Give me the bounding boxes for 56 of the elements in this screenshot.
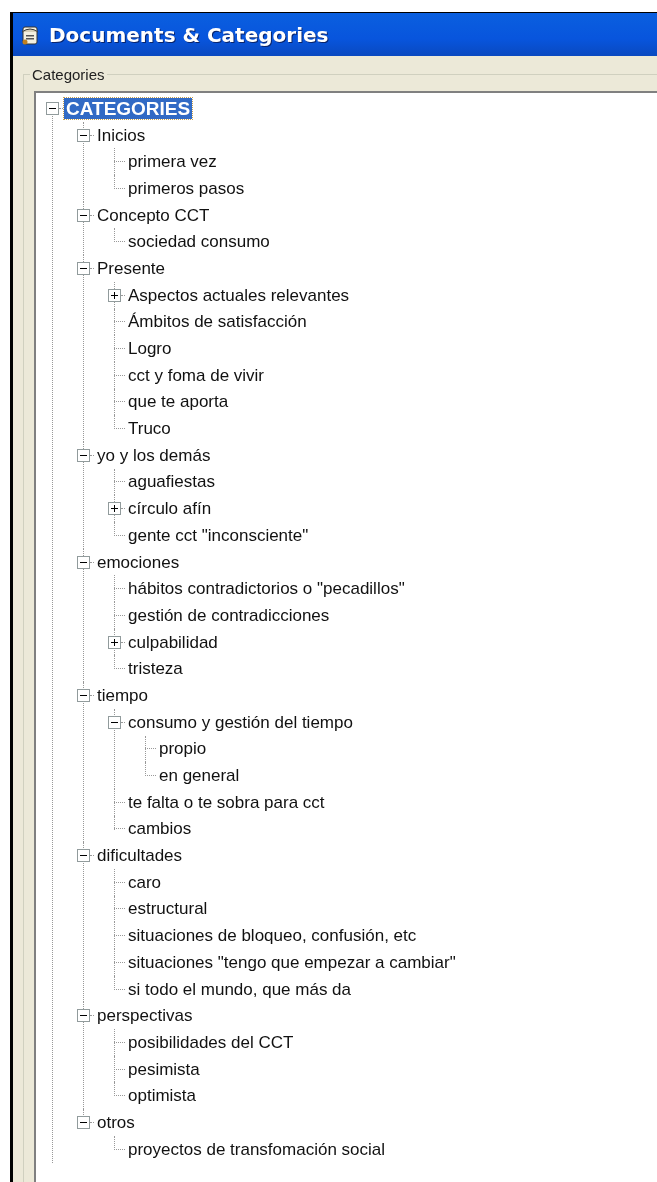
- tree-item[interactable]: situaciones "tengo que empezar a cambiar": [126, 951, 458, 973]
- collapse-icon[interactable]: [46, 101, 59, 115]
- collapse-icon[interactable]: [77, 555, 90, 569]
- tree-item[interactable]: otros: [95, 1111, 137, 1133]
- tree-item[interactable]: cambios: [126, 818, 194, 840]
- window-title: Documents & Categories: [49, 21, 329, 49]
- tree-item[interactable]: en general: [157, 765, 242, 787]
- tree-item[interactable]: Aspectos actuales relevantes: [126, 284, 352, 306]
- tree-item[interactable]: círculo afín: [126, 498, 214, 520]
- tree-item[interactable]: situaciones de bloqueo, confusión, etc: [126, 925, 419, 947]
- tree-item[interactable]: CATEGORIES: [64, 97, 193, 119]
- tree-item[interactable]: Presente: [95, 257, 168, 279]
- tree-item[interactable]: emociones: [95, 551, 182, 573]
- tree-item[interactable]: pesimista: [126, 1058, 202, 1080]
- collapse-icon[interactable]: [77, 1115, 90, 1129]
- tree-item[interactable]: yo y los demás: [95, 444, 213, 466]
- collapse-icon[interactable]: [77, 1009, 90, 1023]
- tree-item[interactable]: consumo y gestión del tiempo: [126, 711, 355, 733]
- collapse-icon[interactable]: [77, 849, 90, 863]
- tree-item[interactable]: gente cct "inconsciente": [126, 524, 311, 546]
- collapse-icon[interactable]: [77, 688, 90, 702]
- tree-item[interactable]: culpabilidad: [126, 631, 220, 653]
- tree-item[interactable]: Inicios: [95, 124, 148, 146]
- tree-item[interactable]: perspectivas: [95, 1005, 195, 1027]
- tree-item[interactable]: cct y foma de vivir: [126, 364, 267, 386]
- tree-item[interactable]: primera vez: [126, 151, 219, 173]
- tree-item[interactable]: Logro: [126, 338, 174, 360]
- tree-item[interactable]: Concepto CCT: [95, 204, 212, 226]
- collapse-icon[interactable]: [77, 208, 90, 222]
- tree-item[interactable]: tiempo: [95, 684, 151, 706]
- tree-item[interactable]: caro: [126, 871, 164, 893]
- tree-item[interactable]: si todo el mundo, que más da: [126, 978, 354, 1000]
- tree-item[interactable]: propio: [157, 738, 209, 760]
- tree-item[interactable]: posibilidades del CCT: [126, 1031, 296, 1053]
- tree-item[interactable]: te falta o te sobra para cct: [126, 791, 327, 813]
- expand-icon[interactable]: [108, 288, 121, 302]
- collapse-icon[interactable]: [77, 261, 90, 275]
- tree-item[interactable]: gestión de contradicciones: [126, 604, 332, 626]
- app-icon: [19, 23, 41, 46]
- tree-item[interactable]: primeros pasos: [126, 177, 247, 199]
- tree-item[interactable]: Truco: [126, 418, 173, 440]
- tree-item[interactable]: estructural: [126, 898, 210, 920]
- tree-item[interactable]: sociedad consumo: [126, 231, 272, 253]
- tree-item[interactable]: tristeza: [126, 658, 185, 680]
- tree-item[interactable]: optimista: [126, 1085, 199, 1107]
- expand-icon[interactable]: [108, 502, 121, 516]
- tree-item[interactable]: aguafiestas: [126, 471, 217, 493]
- collapse-icon[interactable]: [77, 128, 90, 142]
- tree-item[interactable]: Ámbitos de satisfacción: [126, 311, 309, 333]
- expand-icon[interactable]: [108, 635, 121, 649]
- tree-item[interactable]: que te aporta: [126, 391, 231, 413]
- tree-item[interactable]: proyectos de transfomación social: [126, 1138, 388, 1160]
- tree-item[interactable]: dificultades: [95, 845, 185, 867]
- tree-item[interactable]: hábitos contradictorios o "pecadillos": [126, 578, 407, 600]
- collapse-icon[interactable]: [108, 715, 121, 729]
- collapse-icon[interactable]: [77, 448, 90, 462]
